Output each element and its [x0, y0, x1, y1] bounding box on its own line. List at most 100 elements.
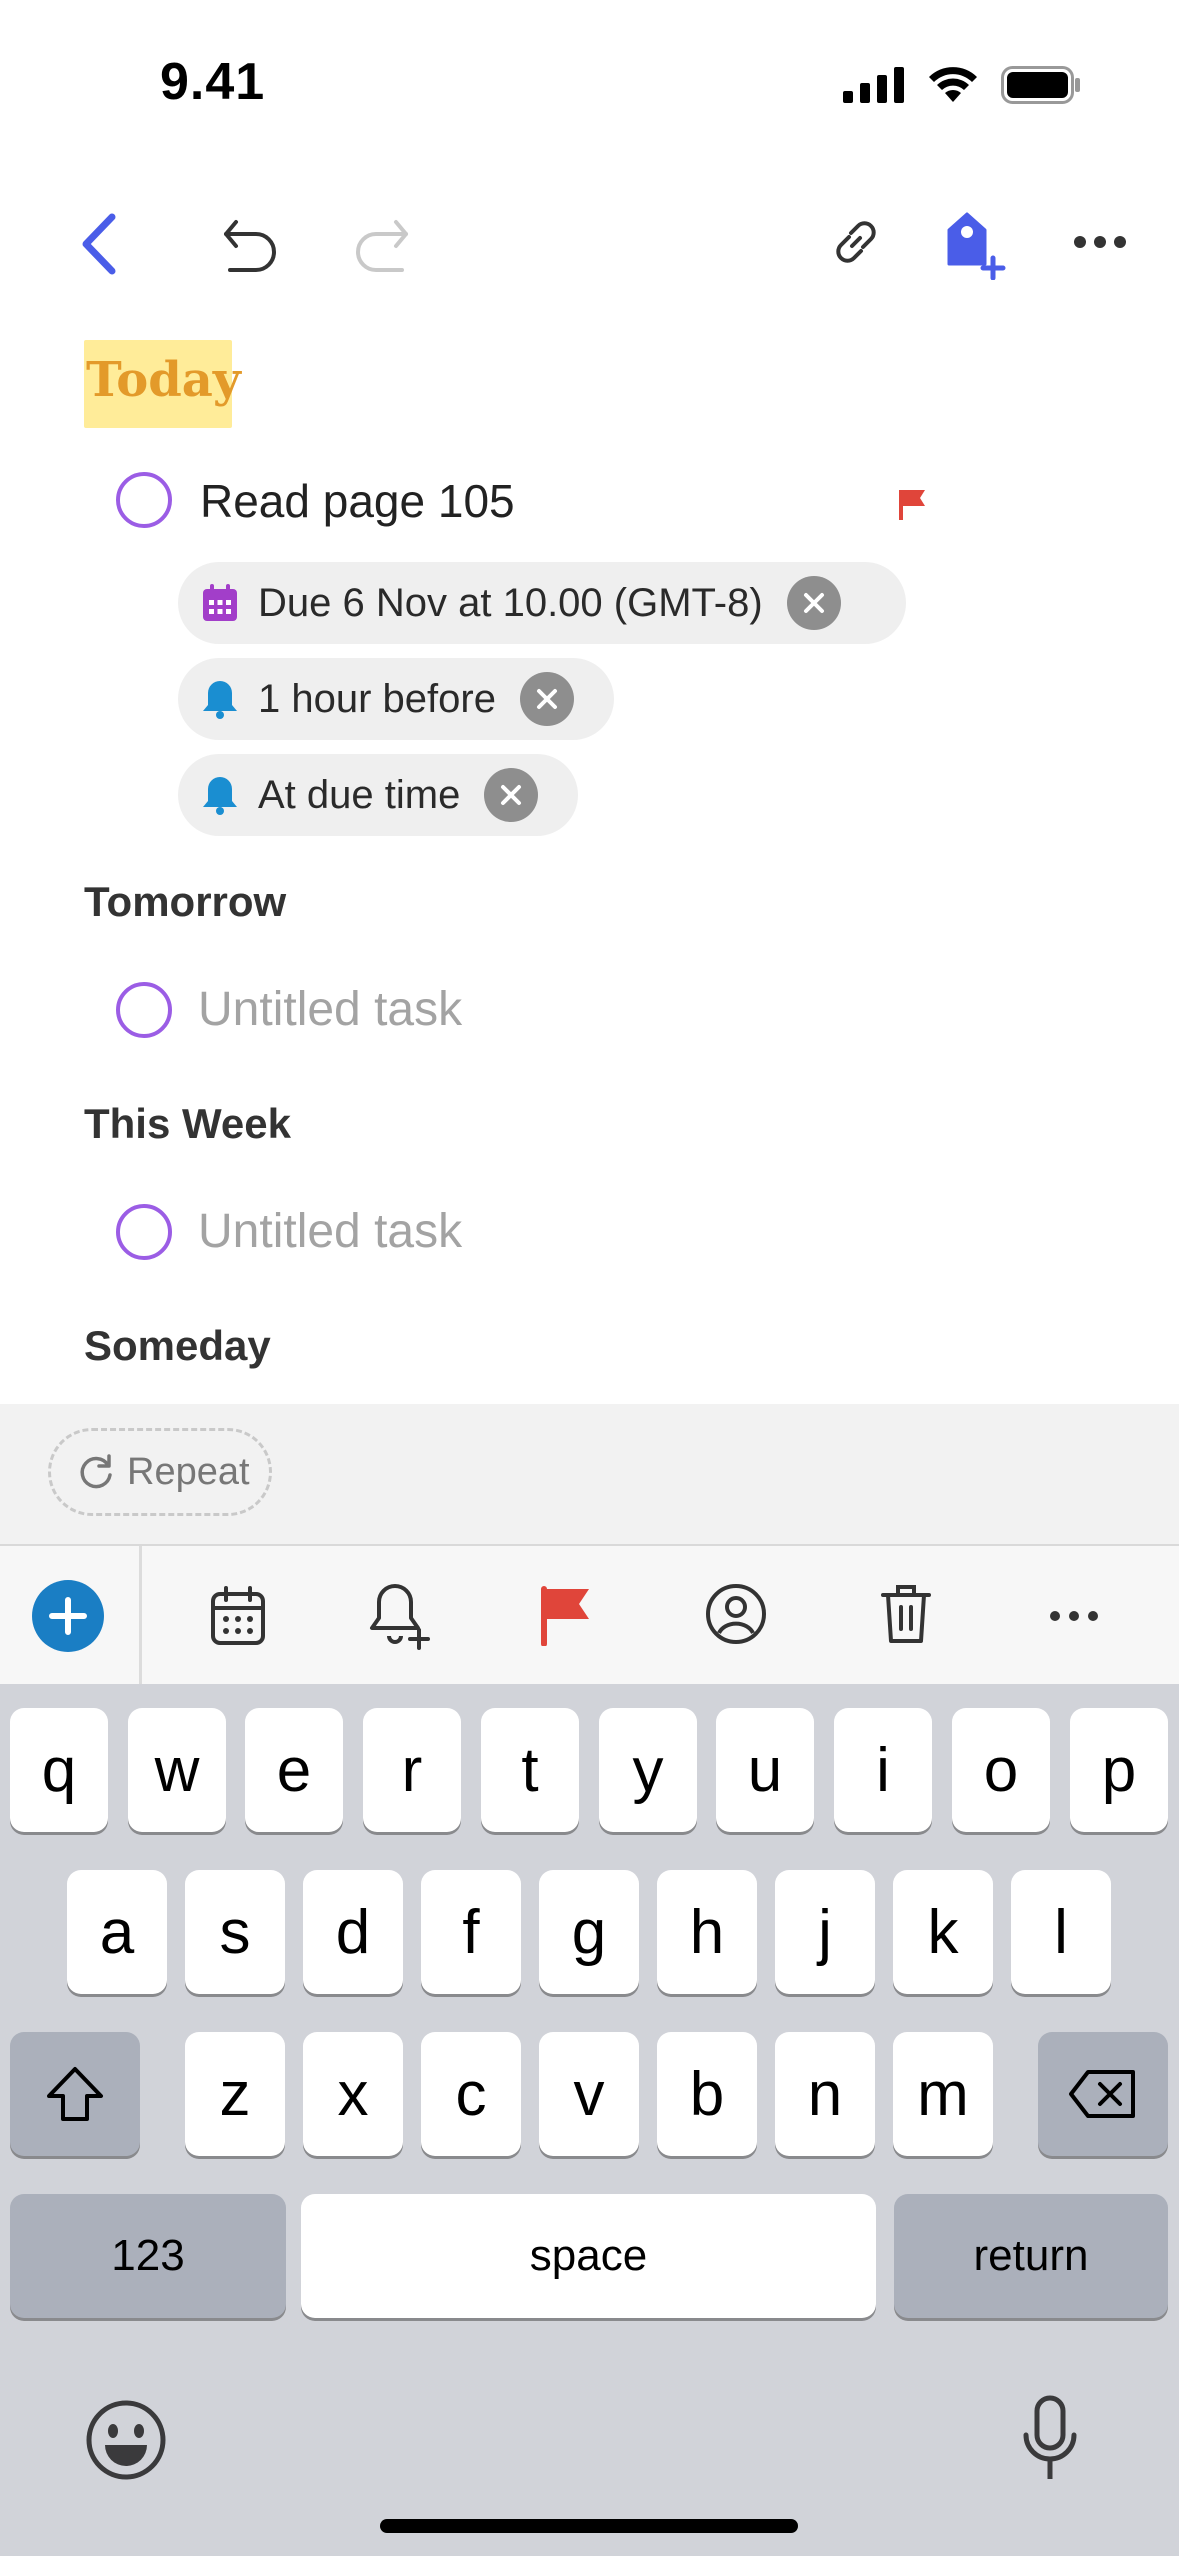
key-q[interactable]: q — [10, 1708, 108, 1832]
due-chip[interactable]: Due 6 Nov at 10.00 (GMT-8) — [178, 562, 906, 644]
back-button[interactable] — [66, 208, 130, 280]
link-icon — [836, 221, 876, 263]
key-o[interactable]: o — [952, 1708, 1050, 1832]
flag-button[interactable] — [528, 1578, 604, 1654]
task-checkbox[interactable] — [116, 1204, 172, 1260]
remove-reminder-button[interactable] — [519, 672, 574, 726]
calendar-icon — [203, 584, 237, 621]
key-z[interactable]: z — [185, 2032, 285, 2156]
section-today: Today — [86, 352, 241, 408]
key-v[interactable]: v — [539, 2032, 639, 2156]
return-key[interactable]: return — [894, 2194, 1168, 2318]
key-h[interactable]: h — [657, 1870, 757, 1994]
key-n[interactable]: n — [775, 2032, 875, 2156]
key-r[interactable]: r — [363, 1708, 461, 1832]
delete-button[interactable] — [868, 1576, 944, 1652]
shift-key[interactable] — [10, 2032, 140, 2156]
task-flag[interactable] — [898, 488, 928, 527]
key-y[interactable]: y — [599, 1708, 697, 1832]
flag-icon — [899, 490, 925, 520]
key-w[interactable]: w — [128, 1708, 226, 1832]
more-icon — [1050, 1611, 1098, 1621]
bell-icon — [203, 681, 237, 719]
backspace-icon — [1069, 2070, 1135, 2118]
task-checkbox[interactable] — [116, 472, 172, 528]
status-time: 9.41 — [160, 53, 266, 111]
dictation-button[interactable] — [1008, 2388, 1092, 2492]
numbers-key[interactable]: 123 — [10, 2194, 286, 2318]
key-p[interactable]: p — [1070, 1708, 1168, 1832]
key-x[interactable]: x — [303, 2032, 403, 2156]
due-date-button[interactable] — [200, 1578, 276, 1654]
flag-icon — [541, 1586, 589, 1646]
key-s[interactable]: s — [185, 1870, 285, 1994]
task-checkbox[interactable] — [116, 982, 172, 1038]
key-g[interactable]: g — [539, 1870, 639, 1994]
task-title-input[interactable]: Untitled task — [198, 982, 462, 1037]
toolbar-divider — [139, 1546, 142, 1684]
delete-key[interactable] — [1038, 2032, 1168, 2156]
person-icon — [706, 1584, 766, 1644]
undo-button[interactable] — [214, 208, 286, 280]
reminder-chip-label: At due time — [258, 772, 461, 817]
undo-icon — [224, 220, 276, 272]
emoji-button[interactable] — [82, 2396, 170, 2484]
key-b[interactable]: b — [657, 2032, 757, 2156]
redo-icon — [356, 220, 408, 272]
close-icon — [501, 785, 522, 805]
add-button[interactable] — [30, 1578, 106, 1654]
key-k[interactable]: k — [893, 1870, 993, 1994]
key-d[interactable]: d — [303, 1870, 403, 1994]
link-button[interactable] — [820, 206, 892, 278]
section-this-week: This Week — [84, 1100, 291, 1147]
bell-add-icon — [370, 1584, 430, 1650]
signal-icon — [843, 67, 904, 103]
close-icon — [536, 689, 557, 709]
bell-icon — [203, 777, 237, 815]
assign-button[interactable] — [698, 1576, 774, 1652]
wifi-icon — [929, 67, 977, 102]
remove-reminder-button[interactable] — [484, 768, 539, 822]
home-indicator — [380, 2519, 798, 2533]
redo-button[interactable] — [346, 208, 418, 280]
space-key[interactable]: space — [301, 2194, 876, 2318]
key-l[interactable]: l — [1011, 1870, 1111, 1994]
microphone-icon — [1023, 2395, 1077, 2479]
key-m[interactable]: m — [893, 2032, 993, 2156]
back-icon — [82, 213, 116, 275]
section-tomorrow: Tomorrow — [84, 878, 287, 925]
reminder-chip[interactable]: At due time — [178, 754, 578, 836]
repeat-label: Repeat — [127, 1450, 250, 1493]
shift-icon — [47, 2067, 103, 2121]
more-icon — [1074, 236, 1126, 248]
add-tag-button[interactable] — [936, 204, 1016, 284]
key-c[interactable]: c — [421, 2032, 521, 2156]
section-someday: Someday — [84, 1322, 271, 1369]
reminder-chip-label: 1 hour before — [258, 676, 496, 721]
key-j[interactable]: j — [775, 1870, 875, 1994]
key-i[interactable]: i — [834, 1708, 932, 1832]
key-a[interactable]: a — [67, 1870, 167, 1994]
status-icons — [843, 66, 1081, 104]
task-title[interactable]: Read page 105 — [200, 474, 515, 528]
reminder-button[interactable] — [360, 1576, 440, 1656]
more-button[interactable] — [1036, 1578, 1112, 1654]
reminder-chip[interactable]: 1 hour before — [178, 658, 614, 740]
due-chip-label: Due 6 Nov at 10.00 (GMT-8) — [258, 580, 763, 625]
key-e[interactable]: e — [245, 1708, 343, 1832]
battery-icon — [1001, 66, 1080, 104]
emoji-icon — [86, 2400, 166, 2480]
repeat-button[interactable]: Repeat — [48, 1428, 272, 1516]
trash-icon — [881, 1585, 931, 1643]
more-button[interactable] — [1064, 206, 1136, 278]
key-f[interactable]: f — [421, 1870, 521, 1994]
key-t[interactable]: t — [481, 1708, 579, 1832]
key-u[interactable]: u — [716, 1708, 814, 1832]
close-icon — [803, 593, 824, 613]
calendar-icon — [211, 1586, 265, 1645]
add-icon — [32, 1580, 104, 1652]
task-title-input[interactable]: Untitled task — [198, 1204, 462, 1259]
tag-add-icon — [947, 212, 1006, 280]
repeat-icon — [80, 1454, 112, 1489]
remove-due-button[interactable] — [786, 576, 841, 630]
